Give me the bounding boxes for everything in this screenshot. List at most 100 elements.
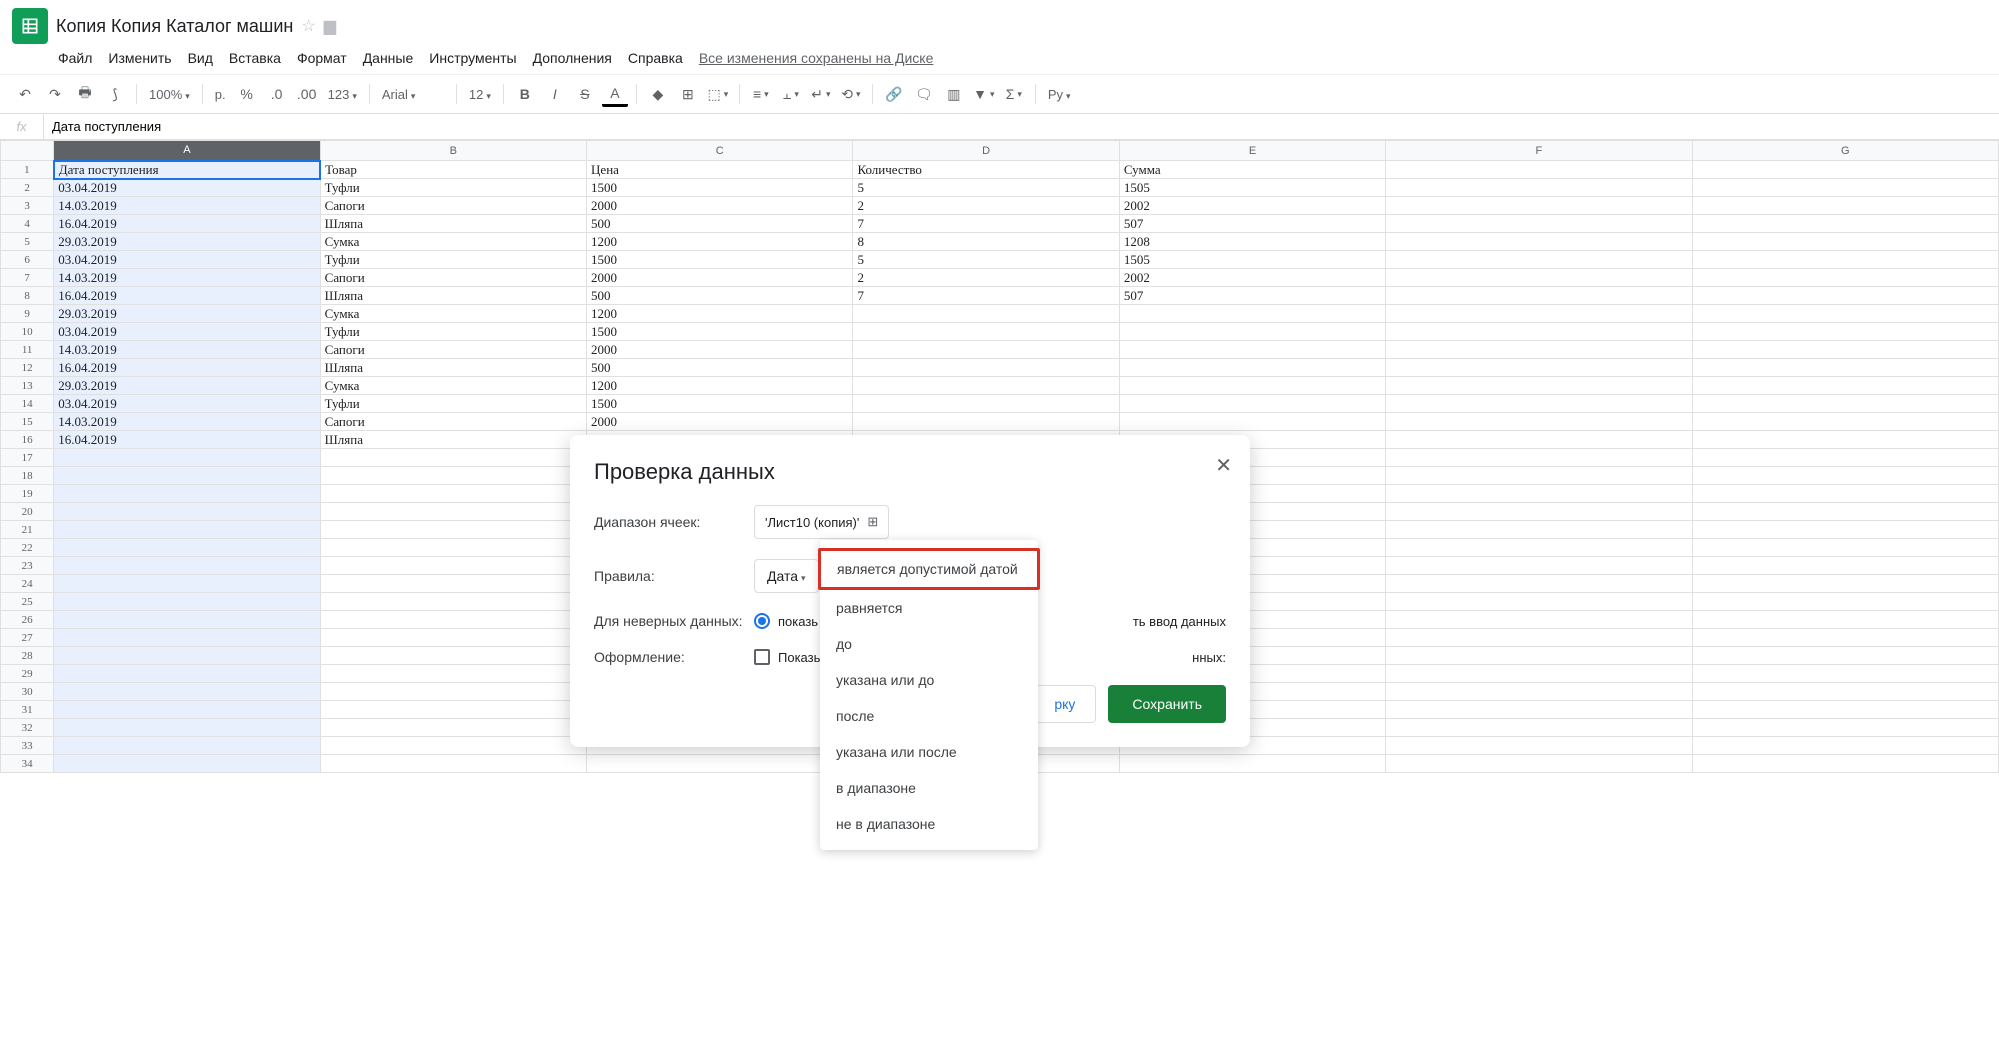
- cell[interactable]: [1386, 233, 1692, 251]
- cell[interactable]: [1692, 521, 1998, 539]
- row-header[interactable]: 28: [1, 647, 54, 665]
- cell[interactable]: Шляпа: [320, 359, 586, 377]
- cell[interactable]: [1386, 629, 1692, 647]
- dd-item-equals[interactable]: равняется: [820, 590, 1038, 626]
- menu-view[interactable]: Вид: [188, 50, 213, 66]
- cell[interactable]: [1692, 341, 1998, 359]
- cell[interactable]: Сапоги: [320, 197, 586, 215]
- cell[interactable]: 14.03.2019: [54, 413, 320, 431]
- cell[interactable]: [1119, 359, 1385, 377]
- col-header-G[interactable]: G: [1692, 141, 1998, 161]
- cell[interactable]: [54, 701, 320, 719]
- row-header[interactable]: 27: [1, 629, 54, 647]
- cell[interactable]: Сапоги: [320, 341, 586, 359]
- increase-decimal-button[interactable]: .00: [294, 81, 320, 107]
- star-icon[interactable]: ☆: [301, 16, 315, 36]
- cell[interactable]: [320, 539, 586, 557]
- corner-cell[interactable]: [1, 141, 54, 161]
- cell[interactable]: [853, 413, 1119, 431]
- cell[interactable]: [1692, 197, 1998, 215]
- cell[interactable]: 29.03.2019: [54, 233, 320, 251]
- cell[interactable]: [1692, 467, 1998, 485]
- cell[interactable]: [853, 359, 1119, 377]
- row-header[interactable]: 32: [1, 719, 54, 737]
- checkbox-show-help[interactable]: [754, 649, 770, 665]
- cell[interactable]: Сапоги: [320, 269, 586, 287]
- paint-format-button[interactable]: ⟆: [102, 81, 128, 107]
- row-header[interactable]: 34: [1, 755, 54, 773]
- row-header[interactable]: 21: [1, 521, 54, 539]
- cell[interactable]: [54, 575, 320, 593]
- dd-item-after[interactable]: после: [820, 698, 1038, 734]
- cell[interactable]: [54, 737, 320, 755]
- cell[interactable]: [54, 503, 320, 521]
- cell[interactable]: 1500: [587, 179, 853, 197]
- cell[interactable]: Сумка: [320, 305, 586, 323]
- menu-tools[interactable]: Инструменты: [429, 50, 516, 66]
- borders-button[interactable]: ⊞: [675, 81, 701, 107]
- dd-item-not-between[interactable]: не в диапазоне: [820, 806, 1038, 842]
- cell[interactable]: Шляпа: [320, 431, 586, 449]
- cell[interactable]: [587, 755, 853, 773]
- menu-format[interactable]: Формат: [297, 50, 347, 66]
- strikethrough-button[interactable]: S: [572, 81, 598, 107]
- cell[interactable]: [1386, 179, 1692, 197]
- cell[interactable]: [1386, 611, 1692, 629]
- cell[interactable]: [54, 485, 320, 503]
- cell[interactable]: 16.04.2019: [54, 215, 320, 233]
- cell[interactable]: Туфли: [320, 323, 586, 341]
- cell[interactable]: Цена: [587, 161, 853, 179]
- cell[interactable]: [1119, 413, 1385, 431]
- cell[interactable]: [320, 737, 586, 755]
- cell[interactable]: [320, 665, 586, 683]
- row-header[interactable]: 26: [1, 611, 54, 629]
- row-header[interactable]: 12: [1, 359, 54, 377]
- cell[interactable]: [1692, 287, 1998, 305]
- cell[interactable]: [1386, 503, 1692, 521]
- cell[interactable]: 2000: [587, 269, 853, 287]
- cell[interactable]: [1386, 647, 1692, 665]
- menu-insert[interactable]: Вставка: [229, 50, 281, 66]
- cell[interactable]: [1386, 251, 1692, 269]
- row-header[interactable]: 31: [1, 701, 54, 719]
- cell[interactable]: 1200: [587, 305, 853, 323]
- cell[interactable]: [1386, 593, 1692, 611]
- save-status[interactable]: Все изменения сохранены на Диске: [699, 50, 934, 66]
- cell[interactable]: [1692, 323, 1998, 341]
- cell[interactable]: [1692, 683, 1998, 701]
- cell[interactable]: [54, 665, 320, 683]
- cell[interactable]: [320, 485, 586, 503]
- cell[interactable]: [320, 683, 586, 701]
- cell[interactable]: [54, 539, 320, 557]
- cell[interactable]: Шляпа: [320, 215, 586, 233]
- cell[interactable]: Туфли: [320, 395, 586, 413]
- col-header-C[interactable]: C: [587, 141, 853, 161]
- cell[interactable]: [1692, 269, 1998, 287]
- cell[interactable]: Дата поступления: [54, 161, 320, 179]
- valign-button[interactable]: ⫠: [778, 81, 804, 107]
- cell[interactable]: 8: [853, 233, 1119, 251]
- cell[interactable]: [1119, 305, 1385, 323]
- dd-item-on-or-before[interactable]: указана или до: [820, 662, 1038, 698]
- cell[interactable]: 1505: [1119, 179, 1385, 197]
- cell[interactable]: Сумка: [320, 233, 586, 251]
- cell[interactable]: [54, 629, 320, 647]
- cell[interactable]: [1119, 341, 1385, 359]
- row-header[interactable]: 20: [1, 503, 54, 521]
- col-header-A[interactable]: A: [54, 141, 320, 161]
- row-header[interactable]: 11: [1, 341, 54, 359]
- row-header[interactable]: 30: [1, 683, 54, 701]
- cell[interactable]: Сумма: [1119, 161, 1385, 179]
- cell[interactable]: [54, 647, 320, 665]
- cell[interactable]: [1386, 215, 1692, 233]
- cell[interactable]: 2002: [1119, 269, 1385, 287]
- cell[interactable]: 1208: [1119, 233, 1385, 251]
- cell[interactable]: [1119, 323, 1385, 341]
- percent-button[interactable]: %: [234, 81, 260, 107]
- cell[interactable]: [1692, 755, 1998, 773]
- dd-item-valid-date[interactable]: является допустимой датой: [818, 548, 1040, 590]
- row-header[interactable]: 9: [1, 305, 54, 323]
- cell[interactable]: [320, 629, 586, 647]
- halign-button[interactable]: ≡: [748, 81, 774, 107]
- cell[interactable]: [1692, 647, 1998, 665]
